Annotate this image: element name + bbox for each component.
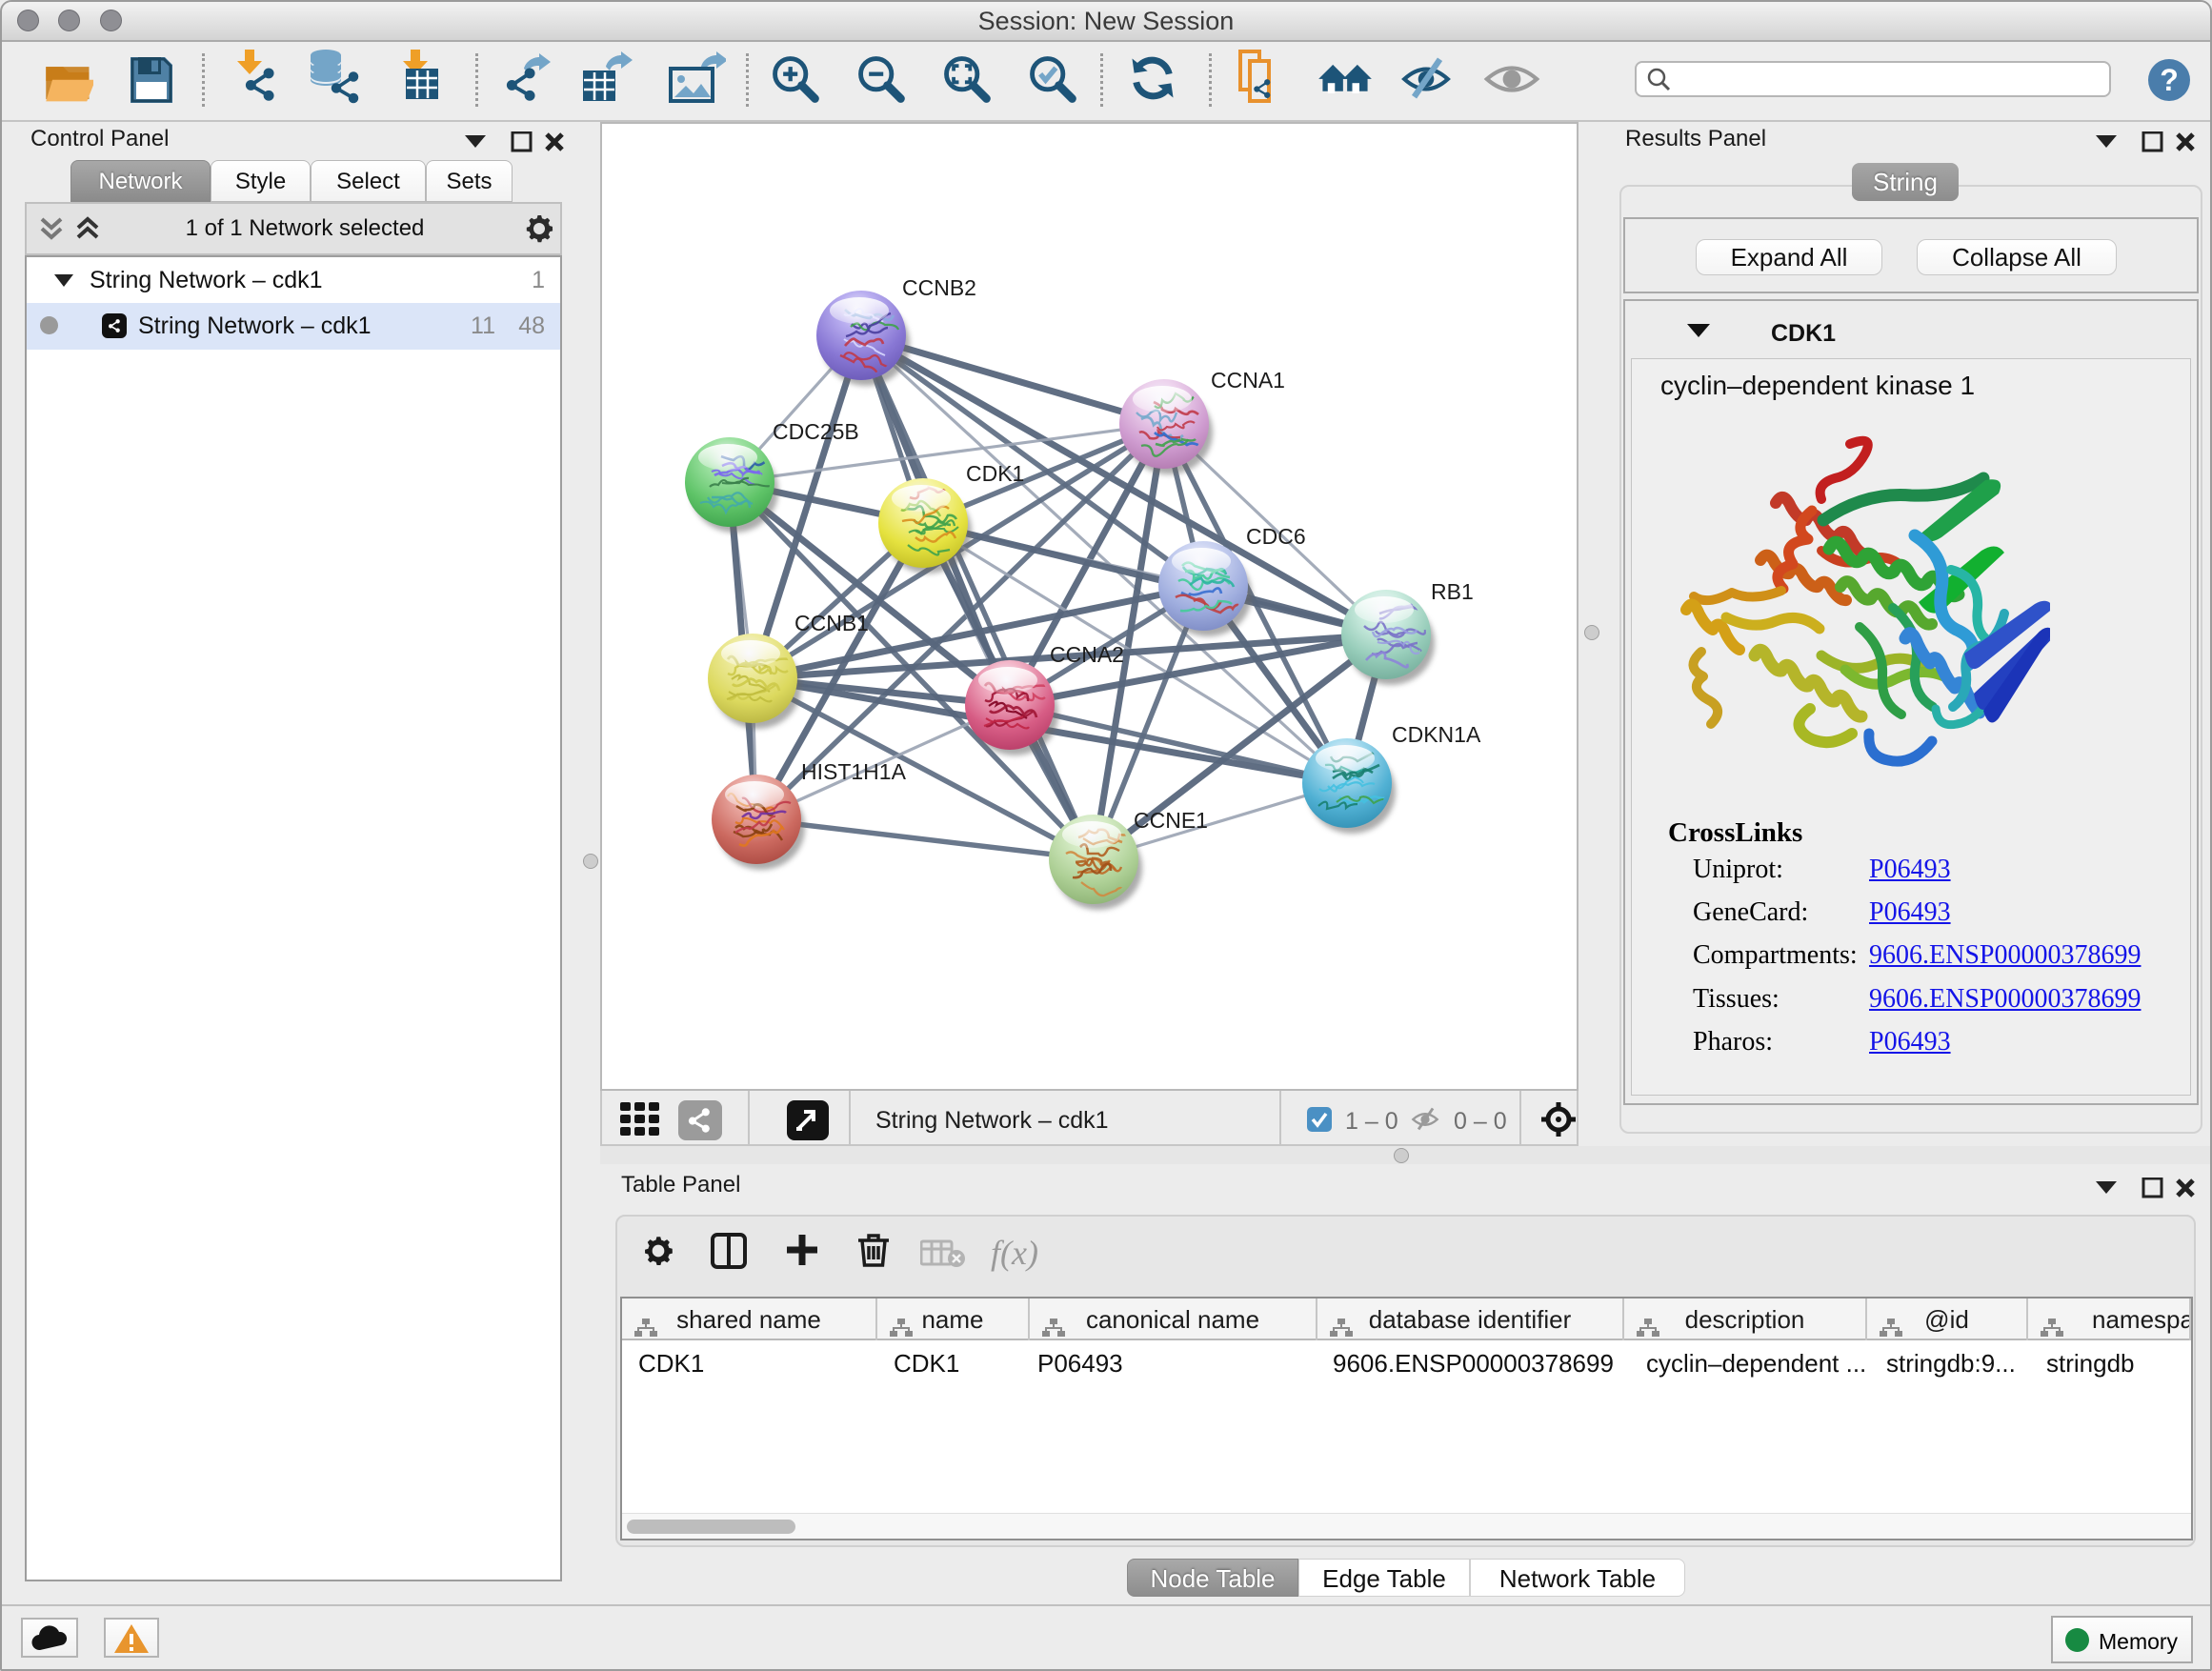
svg-text:CCNE1: CCNE1 <box>1134 808 1208 833</box>
svg-text:CDC6: CDC6 <box>1246 524 1306 549</box>
svg-text:CCNB1: CCNB1 <box>794 611 869 635</box>
svg-text:CDK1: CDK1 <box>966 461 1024 486</box>
svg-text:CCNB2: CCNB2 <box>902 275 976 300</box>
svg-text:CCNA2: CCNA2 <box>1050 642 1124 667</box>
svg-text:CDKN1A: CDKN1A <box>1392 722 1481 747</box>
svg-text:HIST1H1A: HIST1H1A <box>801 759 907 784</box>
svg-text:CCNA1: CCNA1 <box>1211 368 1285 393</box>
svg-text:RB1: RB1 <box>1431 579 1474 604</box>
svg-text:CDC25B: CDC25B <box>773 419 859 444</box>
